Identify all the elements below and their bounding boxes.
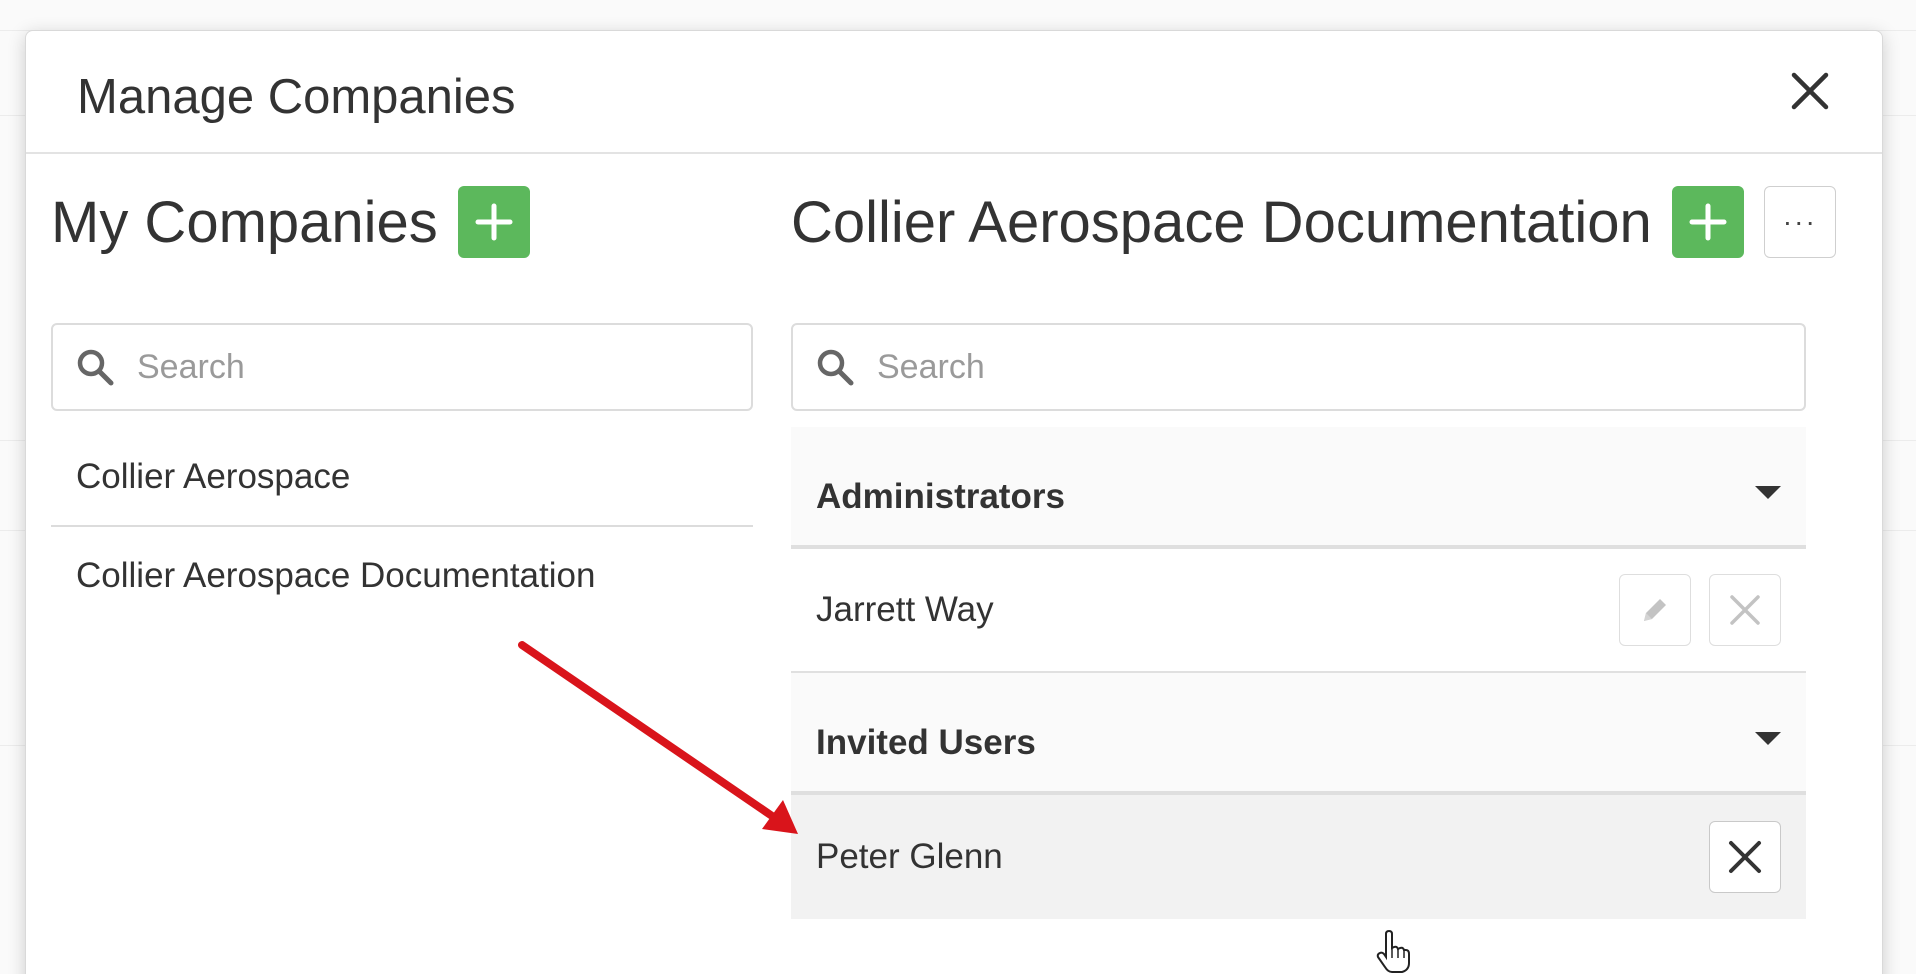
company-list: Collier Aerospace Collier Aerospace Docu… bbox=[51, 429, 753, 625]
section-title: Administrators bbox=[816, 477, 1065, 516]
invited-users-section-header[interactable]: Invited Users bbox=[791, 673, 1806, 795]
search-icon bbox=[817, 349, 854, 386]
row-actions bbox=[1709, 821, 1781, 893]
caret-down-icon[interactable] bbox=[1755, 732, 1781, 745]
x-icon bbox=[1730, 595, 1760, 625]
remove-user-button[interactable] bbox=[1709, 574, 1781, 646]
plus-icon bbox=[1689, 203, 1727, 241]
row-actions bbox=[1619, 574, 1781, 646]
my-companies-title: My Companies bbox=[51, 189, 438, 255]
company-search-box bbox=[51, 323, 753, 411]
modal-title: Manage Companies bbox=[77, 70, 516, 124]
pencil-icon bbox=[1644, 599, 1666, 621]
add-company-button[interactable] bbox=[457, 186, 530, 258]
edit-user-button[interactable] bbox=[1619, 574, 1691, 646]
user-row: Jarrett Way bbox=[791, 549, 1806, 673]
more-options-button[interactable]: ··· bbox=[1763, 186, 1836, 258]
remove-invite-button[interactable] bbox=[1709, 821, 1781, 893]
x-icon bbox=[1729, 841, 1761, 873]
company-detail-header: Collier Aerospace Documentation ··· bbox=[791, 180, 1836, 264]
hand-cursor-icon bbox=[1376, 930, 1410, 973]
user-row: Peter Glenn bbox=[791, 795, 1806, 919]
plus-icon bbox=[475, 203, 513, 241]
user-name: Peter Glenn bbox=[816, 837, 1003, 876]
administrators-section-header[interactable]: Administrators bbox=[791, 427, 1806, 549]
selected-company-title: Collier Aerospace Documentation bbox=[791, 189, 1652, 255]
company-detail-panel: Collier Aerospace Documentation ··· Admi… bbox=[791, 180, 1836, 919]
company-item[interactable]: Collier Aerospace bbox=[51, 429, 753, 527]
add-user-button[interactable] bbox=[1671, 186, 1744, 258]
close-button[interactable] bbox=[1788, 69, 1832, 113]
close-icon bbox=[1791, 72, 1829, 110]
company-search-input[interactable] bbox=[137, 347, 678, 387]
user-search-input[interactable] bbox=[877, 347, 1669, 387]
my-companies-panel: My Companies Collier Aerospace Collier A… bbox=[51, 180, 753, 625]
user-search-box bbox=[791, 323, 1806, 411]
search-icon bbox=[77, 349, 114, 386]
company-item[interactable]: Collier Aerospace Documentation bbox=[51, 527, 753, 625]
user-name: Jarrett Way bbox=[816, 590, 994, 629]
modal-header: Manage Companies bbox=[26, 31, 1882, 154]
my-companies-header: My Companies bbox=[51, 180, 753, 264]
section-title: Invited Users bbox=[816, 723, 1036, 762]
caret-down-icon[interactable] bbox=[1755, 486, 1781, 499]
